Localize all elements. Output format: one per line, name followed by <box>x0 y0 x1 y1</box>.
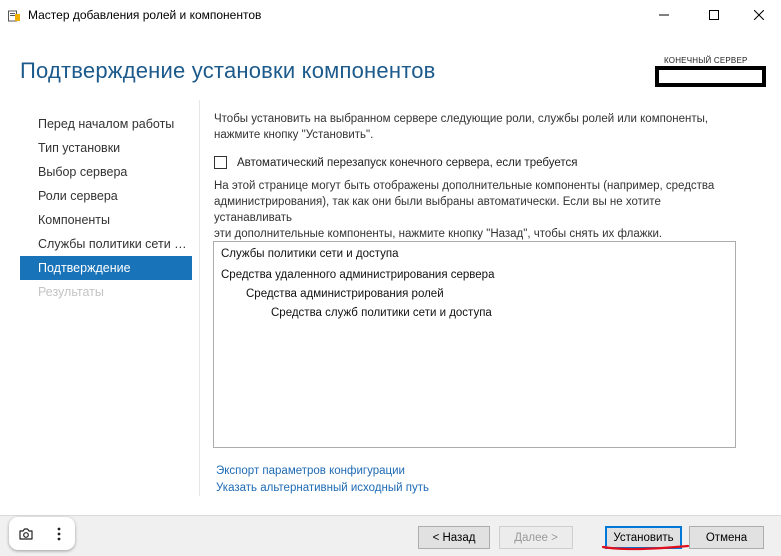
camera-icon <box>18 527 33 540</box>
list-item: Средства администрирования ролей <box>246 288 444 300</box>
list-item: Службы политики сети и доступа <box>221 248 399 260</box>
intro-line-1: Чтобы установить на выбранном сервере сл… <box>214 113 709 125</box>
nav-item-server-roles[interactable]: Роли сервера <box>20 184 192 208</box>
title-bar: Мастер добавления ролей и компонентов <box>0 0 781 32</box>
back-button[interactable]: < Назад <box>418 526 490 549</box>
alternate-source-link[interactable]: Указать альтернативный исходный путь <box>216 482 429 494</box>
nav-item-installation-type[interactable]: Тип установки <box>20 136 192 160</box>
window-title: Мастер добавления ролей и компонентов <box>28 8 262 22</box>
minimize-button[interactable] <box>642 0 686 30</box>
export-config-link[interactable]: Экспорт параметров конфигурации <box>216 465 405 477</box>
maximize-icon <box>709 10 719 20</box>
intro-text: Чтобы установить на выбранном сервере сл… <box>214 111 738 143</box>
more-options-button[interactable] <box>42 517 75 550</box>
page-title: Подтверждение установки компонентов <box>20 58 436 83</box>
note-line-2: администрирования), так как они были выб… <box>214 196 661 224</box>
restart-checkbox[interactable] <box>214 156 227 169</box>
nav-item-confirmation[interactable]: Подтверждение <box>20 256 192 280</box>
nav-item-before-you-begin[interactable]: Перед началом работы <box>20 112 192 136</box>
screenshot-button[interactable] <box>9 517 42 550</box>
restart-checkbox-label[interactable]: Автоматический перезапуск конечного серв… <box>237 157 577 169</box>
overlay-toolbar <box>9 517 75 550</box>
more-vertical-icon <box>57 527 60 540</box>
minimize-icon <box>659 14 669 16</box>
destination-server-label: КОНЕЧНЫЙ СЕРВЕР <box>664 56 748 65</box>
selected-features-list[interactable]: Службы политики сети и доступа Средства … <box>213 241 736 448</box>
wizard-steps-nav: Перед началом работы Тип установки Выбор… <box>20 112 192 304</box>
cancel-button[interactable]: Отмена <box>689 526 764 549</box>
destination-server-redaction <box>655 66 766 87</box>
next-button: Далее > <box>499 526 573 549</box>
red-underline-annotation <box>601 544 690 551</box>
nav-item-server-selection[interactable]: Выбор сервера <box>20 160 192 184</box>
nav-item-features[interactable]: Компоненты <box>20 208 192 232</box>
list-item: Средства удаленного администрирования се… <box>221 269 495 281</box>
maximize-button[interactable] <box>692 0 736 30</box>
list-item: Средства служб политики сети и доступа <box>271 307 492 319</box>
note-line-3: эти дополнительные компоненты, нажмите к… <box>214 228 663 240</box>
restart-checkbox-row[interactable]: Автоматический перезапуск конечного серв… <box>214 156 577 169</box>
intro-line-2: нажмите кнопку "Установить". <box>214 129 374 141</box>
close-icon <box>754 10 764 20</box>
nav-item-npas[interactable]: Службы политики сети и доступа <box>20 232 192 256</box>
nav-divider <box>199 100 200 496</box>
server-manager-icon <box>8 9 20 22</box>
nav-item-results: Результаты <box>38 285 104 299</box>
additional-features-note: На этой странице могут быть отображены д… <box>214 178 736 242</box>
close-button[interactable] <box>737 0 781 30</box>
note-line-1: На этой странице могут быть отображены д… <box>214 180 715 192</box>
